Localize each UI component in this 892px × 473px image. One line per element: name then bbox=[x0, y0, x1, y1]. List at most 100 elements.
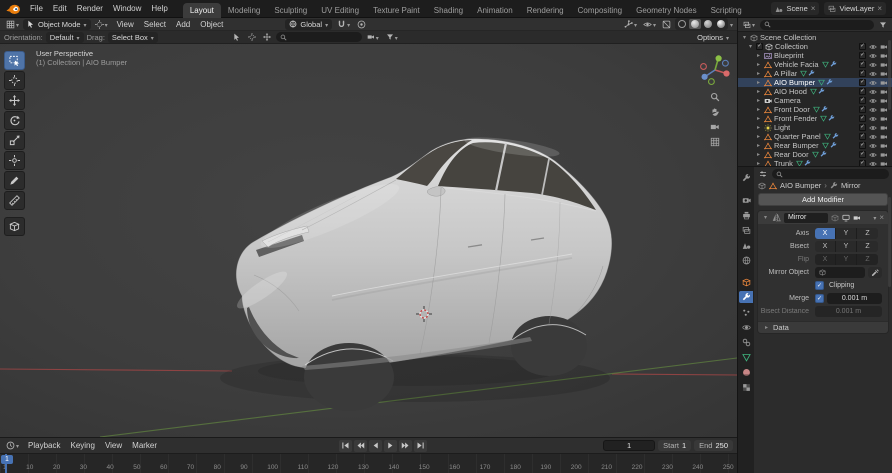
move-tool[interactable] bbox=[4, 91, 25, 110]
workspace-tab[interactable]: Sculpting bbox=[267, 3, 314, 18]
clipping-checkbox[interactable] bbox=[815, 281, 824, 290]
collection-checkbox[interactable] bbox=[756, 43, 763, 50]
expand-arrow-icon[interactable] bbox=[755, 134, 762, 140]
eye-icon[interactable] bbox=[869, 88, 877, 96]
eye-icon[interactable] bbox=[869, 151, 877, 159]
bisect-toggle[interactable]: Z bbox=[857, 241, 878, 252]
timeline-editor-type-button[interactable] bbox=[4, 441, 21, 450]
tab-constraints[interactable] bbox=[739, 336, 753, 348]
camera-icon[interactable] bbox=[880, 70, 888, 78]
expand-arrow-icon[interactable] bbox=[755, 62, 762, 68]
viewport-menu-item[interactable]: Object bbox=[195, 19, 228, 30]
data-subpanel-header[interactable]: Data bbox=[758, 321, 888, 333]
mode-transfer-button[interactable] bbox=[93, 20, 110, 29]
eyedropper-button[interactable] bbox=[868, 267, 882, 278]
item-checkbox[interactable] bbox=[859, 52, 866, 59]
item-checkbox[interactable] bbox=[859, 142, 866, 149]
current-frame-indicator[interactable]: 1 bbox=[1, 455, 13, 464]
tab-output[interactable] bbox=[739, 209, 753, 221]
outliner-item[interactable]: A Pillar bbox=[738, 69, 892, 78]
gizmo-z-axis[interactable] bbox=[702, 74, 708, 80]
eye-icon[interactable] bbox=[869, 43, 877, 51]
workspace-tab[interactable]: Geometry Nodes bbox=[629, 3, 703, 18]
item-checkbox[interactable] bbox=[859, 61, 866, 68]
tab-world[interactable] bbox=[739, 254, 753, 266]
expand-arrow-icon[interactable] bbox=[741, 35, 748, 41]
viewport-search-field[interactable] bbox=[276, 32, 362, 42]
tab-object-data[interactable] bbox=[739, 351, 753, 363]
overlays-toggle[interactable] bbox=[641, 20, 658, 29]
play-button[interactable] bbox=[384, 440, 397, 452]
rotate-tool[interactable] bbox=[4, 111, 25, 130]
eye-icon[interactable] bbox=[869, 142, 877, 150]
outliner-item[interactable]: Blueprint bbox=[738, 51, 892, 60]
menu-item[interactable]: File bbox=[25, 3, 48, 14]
move-mode-toggle[interactable] bbox=[261, 33, 273, 41]
axis-toggle[interactable]: Z bbox=[857, 228, 878, 239]
shading-wireframe-button[interactable] bbox=[676, 19, 688, 29]
prev-keyframe-button[interactable] bbox=[354, 440, 367, 452]
gizmos-toggle[interactable] bbox=[622, 20, 639, 29]
properties-scrollbar[interactable] bbox=[888, 197, 891, 287]
bisect-toggle[interactable]: Y bbox=[836, 241, 857, 252]
bisect-toggle[interactable]: X bbox=[815, 241, 836, 252]
3d-viewport[interactable]: User Perspective (1) Collection | AIO Bu… bbox=[0, 44, 737, 437]
outliner-scrollbar[interactable] bbox=[888, 40, 891, 110]
editor-type-button[interactable] bbox=[4, 20, 21, 29]
tab-physics[interactable] bbox=[739, 321, 753, 333]
timeline-menu-item[interactable]: Keying bbox=[65, 440, 99, 451]
eye-icon[interactable] bbox=[869, 79, 877, 87]
unlink-scene-icon[interactable] bbox=[811, 4, 816, 13]
timeline-menu-item[interactable]: Playback bbox=[23, 440, 65, 451]
eye-icon[interactable] bbox=[869, 52, 877, 60]
tab-particles[interactable] bbox=[739, 306, 753, 318]
expand-arrow-icon[interactable] bbox=[755, 53, 762, 59]
measure-tool[interactable] bbox=[4, 191, 25, 210]
outliner-item[interactable]: Front Door bbox=[738, 105, 892, 114]
gizmo-x-neg[interactable] bbox=[701, 64, 707, 70]
eye-icon[interactable] bbox=[869, 61, 877, 69]
mirror-object-field[interactable] bbox=[815, 267, 865, 278]
expand-arrow-icon[interactable] bbox=[755, 71, 762, 77]
camera-icon[interactable] bbox=[880, 124, 888, 132]
tab-scene[interactable] bbox=[739, 239, 753, 251]
menu-item[interactable]: Render bbox=[72, 3, 108, 14]
camera-icon[interactable] bbox=[880, 52, 888, 60]
item-checkbox[interactable] bbox=[859, 70, 866, 77]
expand-arrow-icon[interactable] bbox=[747, 44, 754, 50]
gizmo-y-axis[interactable] bbox=[716, 55, 722, 61]
filter-dropdown[interactable] bbox=[384, 33, 400, 42]
camera-icon[interactable] bbox=[880, 79, 888, 87]
realtime-display-toggle[interactable] bbox=[842, 214, 850, 222]
expand-arrow-icon[interactable] bbox=[755, 152, 762, 158]
add-modifier-button[interactable]: Add Modifier bbox=[758, 193, 888, 206]
camera-icon[interactable] bbox=[880, 97, 888, 105]
eye-icon[interactable] bbox=[869, 97, 877, 105]
outliner-filter-button[interactable] bbox=[877, 21, 889, 29]
remove-modifier-icon[interactable] bbox=[879, 213, 884, 222]
modifier-name-field[interactable]: Mirror bbox=[784, 213, 828, 223]
current-frame-field[interactable]: 1 bbox=[603, 440, 655, 451]
axis-toggle[interactable]: X bbox=[815, 228, 836, 239]
select-box-tool[interactable] bbox=[4, 51, 25, 70]
viewport-menu-item[interactable]: Select bbox=[139, 19, 171, 30]
expand-arrow-icon[interactable] bbox=[755, 143, 762, 149]
tab-tool[interactable] bbox=[739, 172, 753, 184]
outliner-item[interactable]: Light bbox=[738, 123, 892, 132]
outliner-item[interactable]: Quarter Panel bbox=[738, 132, 892, 141]
blender-logo-icon[interactable] bbox=[6, 3, 21, 15]
outliner-item[interactable]: AIO Hood bbox=[738, 87, 892, 96]
orientation-select[interactable]: Default bbox=[46, 32, 84, 43]
workspace-tab[interactable]: Shading bbox=[427, 3, 470, 18]
options-dropdown[interactable]: Options bbox=[693, 32, 733, 43]
timeline-menu-item[interactable]: Marker bbox=[127, 440, 162, 451]
outliner-item[interactable]: Trunk bbox=[738, 159, 892, 166]
add-cube-tool[interactable] bbox=[4, 217, 25, 236]
shading-rendered-button[interactable] bbox=[715, 19, 727, 29]
expand-arrow-icon[interactable] bbox=[755, 116, 762, 122]
modifier-extras-icon[interactable] bbox=[873, 213, 876, 222]
outliner-item[interactable]: Vehicle Facia bbox=[738, 60, 892, 69]
item-checkbox[interactable] bbox=[859, 151, 866, 158]
outliner-display-mode[interactable] bbox=[741, 20, 757, 29]
camera-icon[interactable] bbox=[880, 43, 888, 51]
